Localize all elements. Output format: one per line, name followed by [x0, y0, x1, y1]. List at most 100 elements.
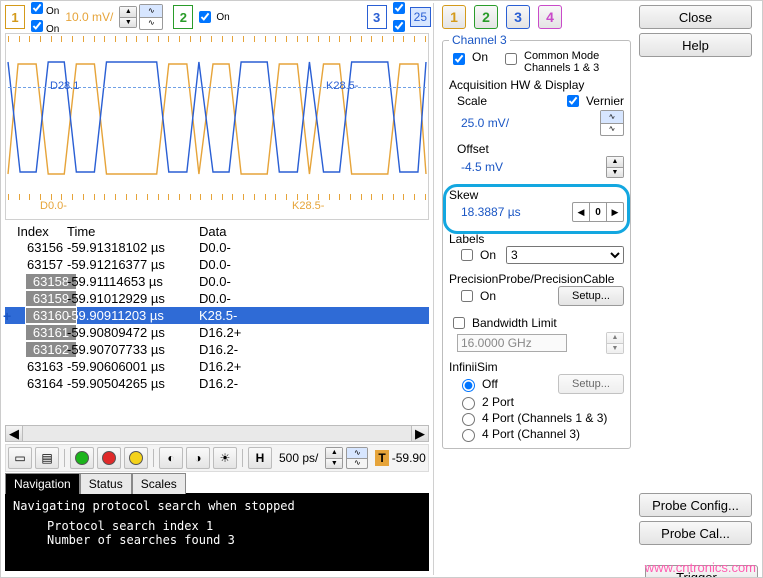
- bandwidth-checkbox[interactable]: [453, 317, 465, 329]
- vernier-checkbox[interactable]: [567, 95, 579, 107]
- offset-stepper[interactable]: ▲▼: [606, 156, 624, 178]
- table-row[interactable]: 63163-59.90606001 µsD16.2+: [5, 358, 429, 375]
- decode-table: Index Time Data 63156-59.91318102 µsD0.0…: [5, 222, 429, 442]
- probe-config-button[interactable]: Probe Config...: [639, 493, 752, 517]
- coupling-toggle[interactable]: ∿∿: [600, 110, 624, 136]
- isim-2port-label: 2 Port: [482, 395, 514, 409]
- tb-green-icon[interactable]: [70, 447, 94, 469]
- console-output: Navigating protocol search when stopped …: [5, 493, 429, 571]
- ch2-on-checkbox[interactable]: [199, 11, 211, 23]
- bottom-tabs: Navigation Status Scales: [5, 472, 429, 493]
- skew-label: Skew: [449, 188, 624, 202]
- waveform-svg: [6, 34, 428, 219]
- strip-ch1-badge[interactable]: 1: [5, 5, 25, 29]
- trigger-button[interactable]: Trigger...: [645, 565, 758, 578]
- tb-brightness-icon[interactable]: ☀: [213, 447, 237, 469]
- precision-on-checkbox[interactable]: [461, 290, 473, 302]
- scroll-left-icon[interactable]: ◀: [6, 426, 23, 441]
- ticks-bottom: [8, 194, 426, 204]
- strip-ch2-badge[interactable]: 2: [173, 5, 193, 29]
- ch1-on-top-checkbox[interactable]: [31, 2, 43, 14]
- ch3-value: 25: [410, 7, 431, 27]
- ch3-on-bottom-checkbox[interactable]: [393, 20, 405, 32]
- help-button[interactable]: Help: [639, 33, 752, 57]
- scale-value[interactable]: 25.0 mV/: [457, 114, 535, 132]
- bottom-toolbar: ▭ ▤ ◐ ◑ ☀ H 500 ps/ ▲▼ ∿∿ T -59.90: [5, 444, 429, 472]
- labels-select[interactable]: 3: [506, 246, 624, 264]
- channel-on-checkbox[interactable]: [453, 53, 465, 65]
- close-button[interactable]: Close: [639, 5, 752, 29]
- ticks-top: [8, 36, 426, 46]
- labels-on-checkbox[interactable]: [461, 249, 473, 261]
- tb-contrast-icon[interactable]: ◐: [159, 447, 183, 469]
- probe-cal-button[interactable]: Probe Cal...: [639, 521, 752, 545]
- ch3-on-top-checkbox[interactable]: [393, 2, 405, 14]
- skew-value[interactable]: 18.3887 µs: [457, 203, 535, 221]
- table-row[interactable]: 63162-59.90707733 µsD16.2-: [5, 341, 429, 358]
- tb-yellow-icon[interactable]: [124, 447, 148, 469]
- isim-4port3-label: 4 Port (Channel 3): [482, 427, 580, 441]
- table-row[interactable]: 63158-59.91114653 µsD0.0-: [5, 273, 429, 290]
- console-line: Number of searches found 3: [13, 533, 421, 547]
- common-mode-label: Common Mode Channels 1 & 3: [524, 50, 624, 74]
- tab-status[interactable]: Status: [80, 473, 132, 494]
- timebase-stepper[interactable]: ▲▼: [325, 447, 343, 469]
- precision-on-text: On: [480, 289, 496, 303]
- time-per-div: 500 ps/: [279, 451, 318, 465]
- offset-value[interactable]: -4.5 mV: [457, 158, 535, 176]
- isim-4port13-label: 4 Port (Channels 1 & 3): [482, 411, 607, 425]
- table-header: Index Time Data: [5, 222, 429, 239]
- tab-scales[interactable]: Scales: [132, 473, 186, 494]
- isim-4port13-radio[interactable]: [462, 413, 475, 426]
- bandwidth-label: Bandwidth Limit: [472, 316, 557, 330]
- separator: [153, 449, 154, 467]
- channel-fieldset: Channel 3 On Common Mode Channels 1 & 3 …: [442, 33, 631, 449]
- table-row[interactable]: 63161-59.90809472 µsD16.2+: [5, 324, 429, 341]
- horizontal-button[interactable]: H: [248, 447, 272, 469]
- table-row[interactable]: 63157-59.91216377 µsD0.0-: [5, 256, 429, 273]
- ch1-on-bottom-checkbox[interactable]: [31, 20, 43, 32]
- tab-navigation[interactable]: Navigation: [5, 473, 80, 494]
- ch1-scale: 10.0 mV/: [65, 10, 113, 24]
- precision-label: PrecisionProbe/PrecisionCable: [449, 272, 624, 286]
- marker-d28-1: D28.1: [50, 80, 79, 92]
- panel-channel-1-button[interactable]: 1: [442, 5, 466, 29]
- scale-label: Scale: [457, 94, 487, 108]
- isim-setup-button[interactable]: Setup...: [558, 374, 624, 394]
- header-data[interactable]: Data: [199, 224, 429, 239]
- ch2-on-label: On: [216, 12, 229, 23]
- table-row[interactable]: 63156-59.91318102 µsD0.0-: [5, 239, 429, 256]
- separator: [64, 449, 65, 467]
- tb-misc-icon[interactable]: ▤: [35, 447, 59, 469]
- strip-ch3-badge[interactable]: 3: [367, 5, 387, 29]
- isim-off-label: Off: [482, 377, 498, 391]
- table-row[interactable]: 63159-59.91012929 µsD0.0-: [5, 290, 429, 307]
- table-row[interactable]: +63160-59.90911203 µsK28.5-: [5, 307, 429, 324]
- separator: [242, 449, 243, 467]
- ch1-stepper[interactable]: ▲▼: [119, 6, 137, 28]
- isim-2port-radio[interactable]: [462, 397, 475, 410]
- header-index[interactable]: Index: [5, 224, 67, 239]
- tb-red-icon[interactable]: [97, 447, 121, 469]
- timebase-mode[interactable]: ∿∿: [346, 447, 368, 469]
- marker-k28-5-top: K28.5-: [326, 80, 358, 92]
- panel-channel-4-button[interactable]: 4: [538, 5, 562, 29]
- scroll-right-icon[interactable]: ▶: [411, 426, 428, 441]
- skew-stepper[interactable]: ◀0▶: [572, 202, 624, 222]
- tb-inverse-icon[interactable]: ◑: [186, 447, 210, 469]
- header-time[interactable]: Time: [67, 224, 199, 239]
- acquisition-title: Acquisition HW & Display: [449, 78, 624, 92]
- ch1-coupling[interactable]: ∿∿: [139, 4, 163, 30]
- panel-channel-2-button[interactable]: 2: [474, 5, 498, 29]
- table-row[interactable]: 63164-59.90504265 µsD16.2-: [5, 375, 429, 392]
- table-scrollbar[interactable]: ◀ ▶: [5, 425, 429, 442]
- common-mode-checkbox[interactable]: [505, 53, 517, 65]
- offset-label: Offset: [457, 142, 624, 156]
- isim-4port3-radio[interactable]: [462, 429, 475, 442]
- tb-doc-icon[interactable]: ▭: [8, 447, 32, 469]
- panel-channel-3-button[interactable]: 3: [506, 5, 530, 29]
- isim-off-radio[interactable]: [462, 379, 475, 392]
- precision-setup-button[interactable]: Setup...: [558, 286, 624, 306]
- waveform-display[interactable]: D28.1 K28.5- D0.0- K28.5-: [5, 33, 429, 220]
- labels-on-text: On: [480, 248, 496, 262]
